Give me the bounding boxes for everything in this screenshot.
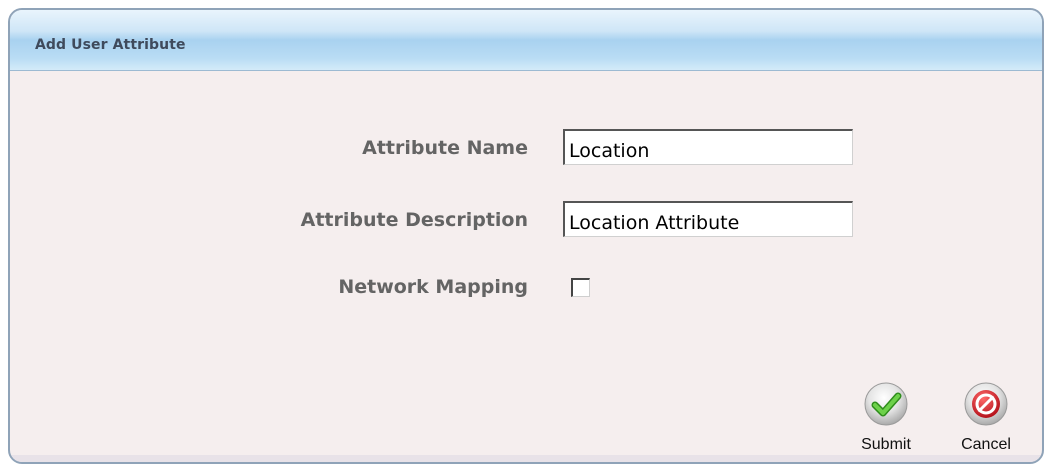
cancel-label: Cancel — [961, 436, 1011, 453]
add-user-attribute-dialog: Add User Attribute Attribute Name Attrib… — [8, 8, 1044, 464]
no-entry-icon — [964, 382, 1008, 426]
attribute-name-input[interactable] — [563, 129, 853, 165]
dialog-titlebar: Add User Attribute — [10, 10, 1042, 71]
submit-button[interactable]: Submit — [856, 382, 916, 458]
dialog-footer-strip — [10, 455, 1042, 462]
cancel-button[interactable]: Cancel — [956, 382, 1016, 458]
network-mapping-label: Network Mapping — [338, 276, 528, 298]
attribute-name-label: Attribute Name — [362, 137, 528, 159]
attribute-description-label: Attribute Description — [300, 209, 528, 231]
attribute-description-input[interactable] — [563, 201, 853, 237]
attribute-description-row: Attribute Description — [10, 199, 1042, 239]
network-mapping-checkbox[interactable] — [571, 278, 590, 297]
attribute-name-row: Attribute Name — [10, 127, 1042, 167]
checkmark-icon — [864, 382, 908, 426]
dialog-title: Add User Attribute — [35, 37, 186, 53]
network-mapping-row: Network Mapping — [10, 266, 1042, 306]
submit-label: Submit — [861, 436, 911, 453]
